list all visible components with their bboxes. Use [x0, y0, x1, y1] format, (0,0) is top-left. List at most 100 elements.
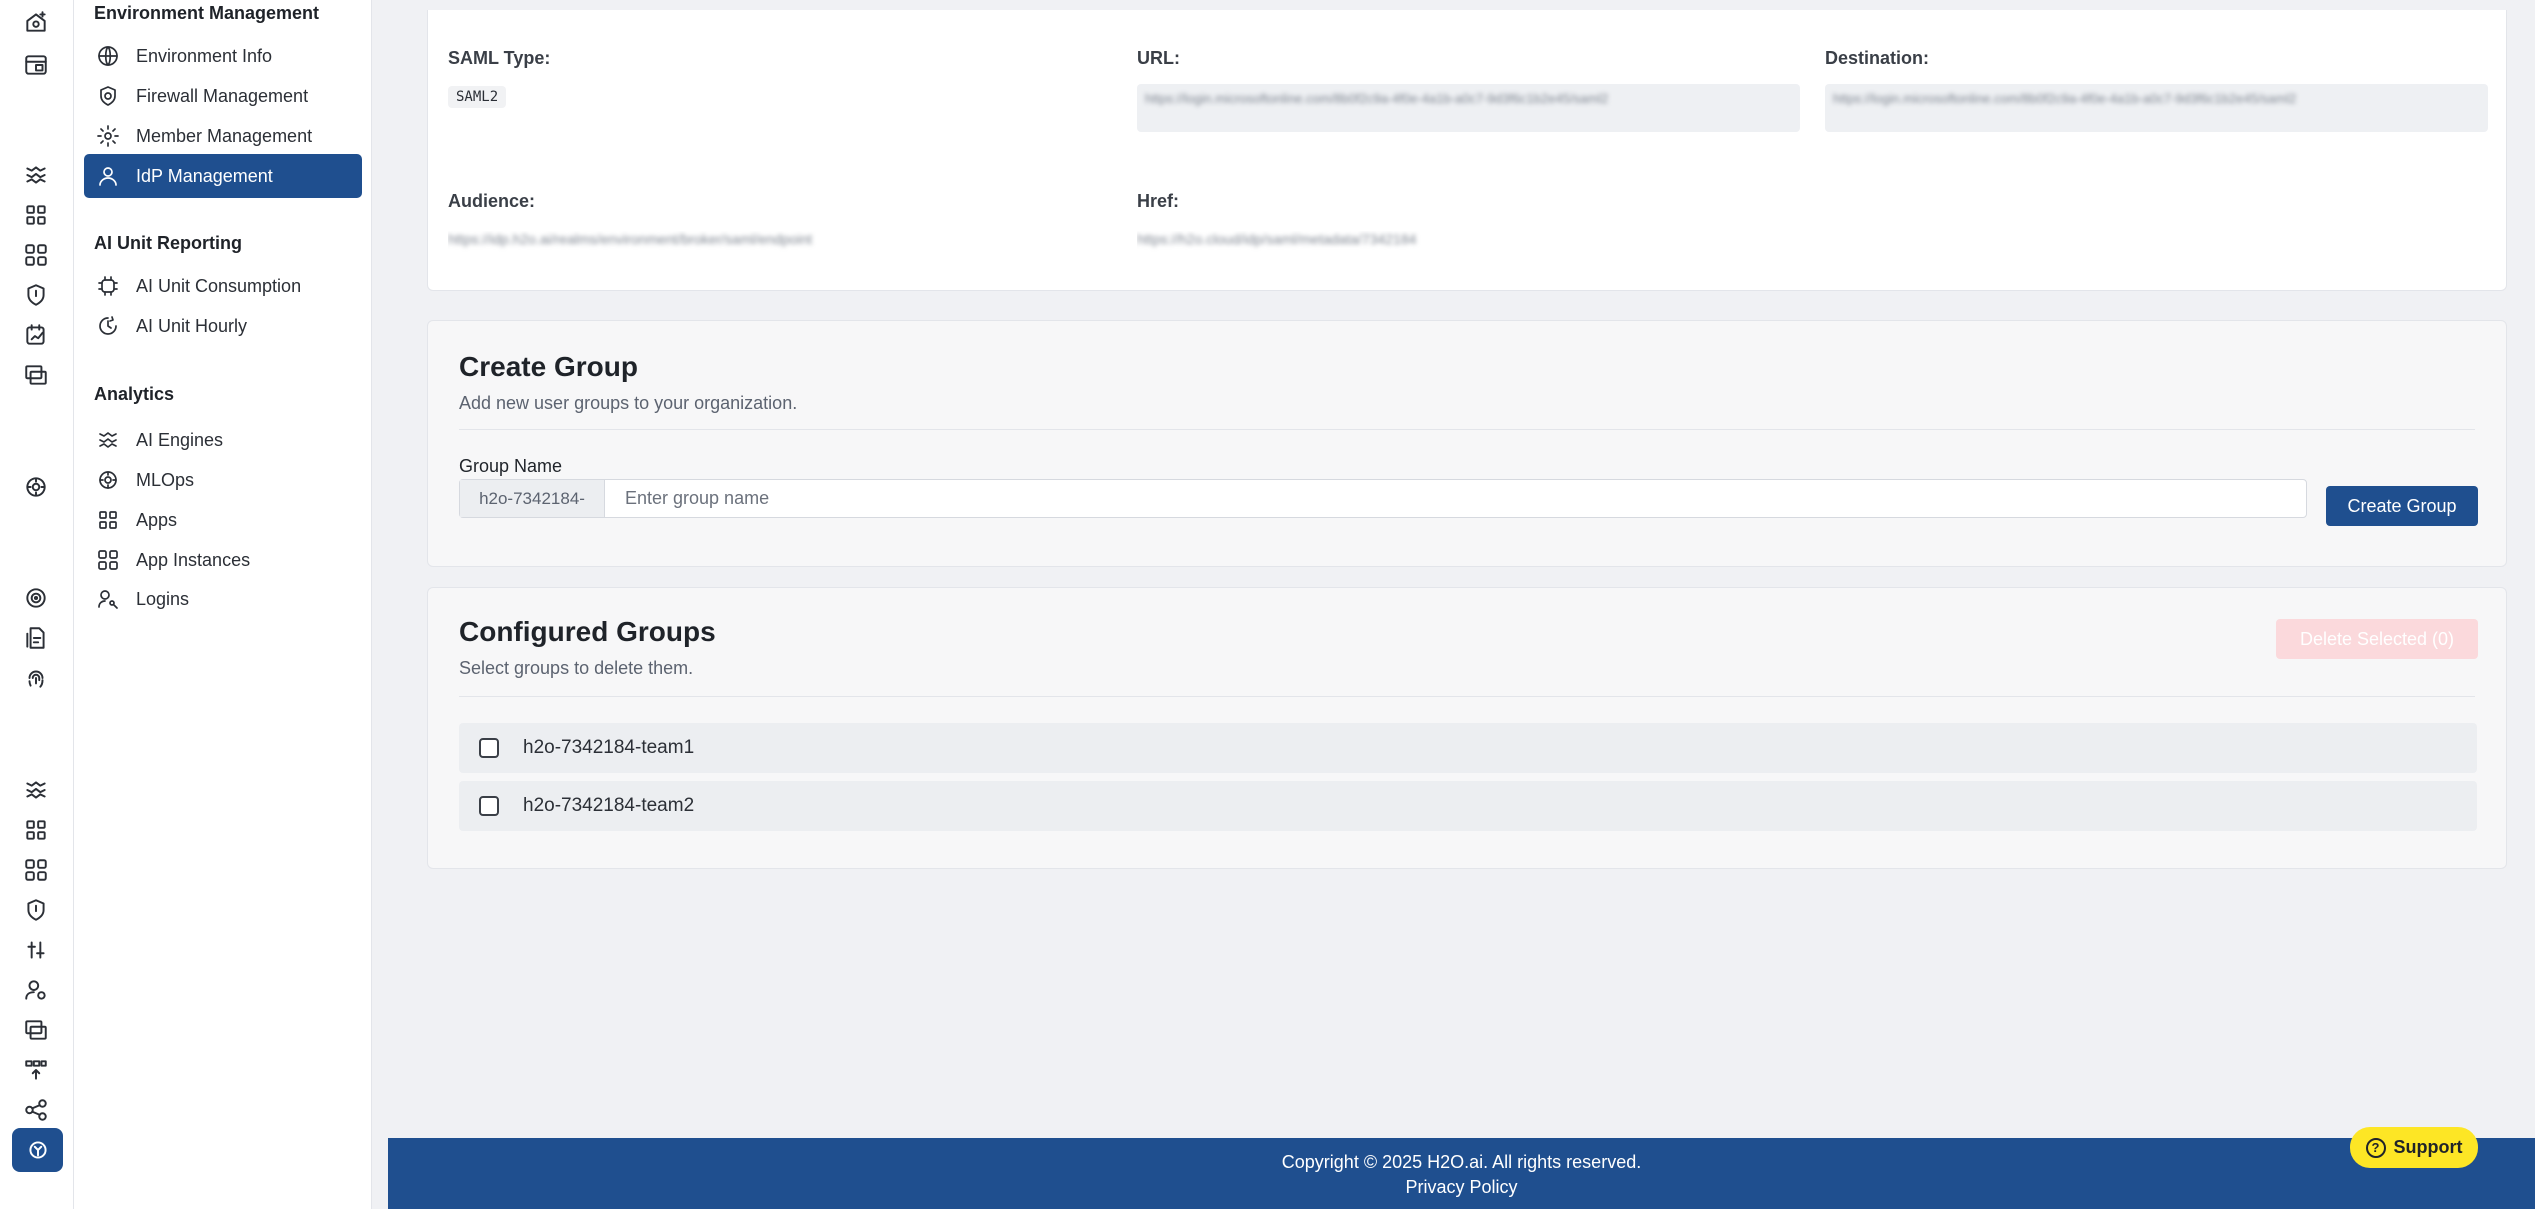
sidebar-item-label: Environment Info: [136, 45, 273, 66]
group-checkbox[interactable]: [479, 796, 499, 816]
audience-value: https://idp.h2o.ai/realms/environment/br…: [448, 231, 813, 247]
share-icon[interactable]: [19, 1093, 53, 1127]
apps-icon: [99, 511, 117, 529]
chip-icon: [98, 276, 118, 296]
engine-icon[interactable]: [19, 158, 53, 192]
mlops-icon[interactable]: [19, 470, 53, 504]
file-chart-icon[interactable]: [19, 318, 53, 352]
sidebar-item-label: AI Engines: [136, 429, 224, 450]
destination-value-field: https://login.microsoftonline.com/8b0f2c…: [1825, 84, 2488, 132]
divider: [459, 696, 2475, 697]
sidebar-item-label: Apps: [136, 509, 178, 530]
sidebar-item-label: IdP Management: [136, 165, 273, 186]
sidebar-item-label: App Instances: [136, 549, 251, 570]
sidebar-item-app-instances[interactable]: App Instances: [84, 538, 362, 582]
layers-icon[interactable]: [19, 358, 53, 392]
support-label: Support: [2393, 1137, 2463, 1157]
support-button[interactable]: ? Support: [2350, 1127, 2478, 1168]
mlops-icon: [99, 471, 117, 489]
saml-type-label: SAML Type:: [448, 48, 551, 68]
create-group-title: Create Group: [459, 351, 638, 382]
sidebar-item-label: MLOps: [136, 469, 195, 490]
divider: [459, 429, 2475, 430]
sidebar-item-label: Firewall Management: [136, 85, 309, 106]
group-checkbox[interactable]: [479, 738, 499, 758]
group-name-prefix: h2o-7342184-: [460, 480, 605, 517]
user-icon: [99, 167, 117, 186]
fingerprint-icon[interactable]: [19, 661, 53, 695]
href-value-field: https://h2o.cloud/idp/saml/metadata/7342…: [1137, 231, 1667, 253]
sidebar-item-logins[interactable]: Logins: [84, 577, 362, 621]
url-value: https://login.microsoftonline.com/8b0f2c…: [1145, 91, 1609, 106]
sidebar-item-label: AI Unit Consumption: [136, 275, 302, 296]
group-name-label: Group Name: [459, 456, 563, 476]
create-group-button[interactable]: Create Group: [2326, 486, 2478, 526]
sidebar-item-member-management[interactable]: Member Management: [84, 114, 362, 158]
audience-label: Audience:: [448, 191, 536, 211]
group-row: h2o-7342184-team2: [459, 781, 2477, 831]
layers-icon[interactable]: [19, 1013, 53, 1047]
sidebar-item-ai-unit-consumption[interactable]: AI Unit Consumption: [84, 264, 362, 308]
sidebar-item-idp-management[interactable]: IdP Management: [84, 154, 362, 198]
sidebar-item-label: Member Management: [136, 125, 313, 146]
sidebar-item-label: AI Unit Hourly: [136, 315, 248, 336]
footer: Copyright © 2025 H2O.ai. All rights rese…: [388, 1138, 2535, 1209]
url-value-field: https://login.microsoftonline.com/8b0f2c…: [1137, 84, 1800, 132]
destination-label: Destination:: [1825, 48, 1930, 68]
document-icon[interactable]: [19, 621, 53, 655]
configured-groups-subtitle: Select groups to delete them.: [459, 658, 694, 678]
app-instances-icon: [98, 550, 118, 570]
help-icon: ?: [2365, 1137, 2386, 1158]
environment-management-title: Environment Management: [94, 3, 320, 23]
copyright-text: Copyright © 2025 H2O.ai. All rights rese…: [1281, 1152, 1642, 1172]
globe-icon: [98, 46, 118, 66]
calendar-window-icon[interactable]: [19, 48, 53, 82]
configured-groups-title: Configured Groups: [459, 616, 716, 647]
icon-rail: [0, 0, 74, 1209]
sidebar-item-ai-unit-hourly[interactable]: AI Unit Hourly: [84, 304, 362, 348]
gear-icon: [97, 125, 119, 147]
create-group-card: Create Group Add new user groups to your…: [427, 320, 2507, 567]
app-instances-icon[interactable]: [19, 238, 53, 272]
target-icon[interactable]: [19, 581, 53, 615]
ai-active-icon[interactable]: [12, 1128, 63, 1172]
url-label: URL:: [1137, 48, 1180, 68]
destination-value: https://login.microsoftonline.com/8b0f2c…: [1833, 91, 2297, 106]
shield-icon[interactable]: [19, 278, 53, 312]
user-cog-icon[interactable]: [19, 973, 53, 1007]
home-plus-icon[interactable]: [19, 5, 53, 39]
sidebar-item-label: Logins: [136, 588, 190, 609]
group-name-input-group: h2o-7342184-: [459, 479, 2307, 518]
analytics-title: Analytics: [94, 384, 175, 404]
engine-icon: [99, 432, 117, 448]
user-key-icon: [98, 590, 118, 609]
delete-selected-button[interactable]: Delete Selected (0): [2276, 619, 2478, 659]
saml-type-value: SAML2: [448, 86, 507, 108]
engine-icon[interactable]: [19, 773, 53, 807]
shield-gear-icon: [100, 86, 116, 106]
transfer-icon[interactable]: [19, 1053, 53, 1087]
sidebar-item-mlops[interactable]: MLOps: [84, 458, 362, 502]
apps-grid-icon[interactable]: [19, 813, 53, 847]
audience-value-field: https://idp.h2o.ai/realms/environment/br…: [448, 231, 1048, 253]
privacy-policy-link[interactable]: Privacy Policy: [388, 1177, 2535, 1198]
group-name: h2o-7342184-team1: [523, 737, 695, 758]
clock-refresh-icon: [99, 316, 117, 335]
scale-icon[interactable]: [19, 933, 53, 967]
sidebar-item-apps[interactable]: Apps: [84, 498, 362, 542]
href-value: https://h2o.cloud/idp/saml/metadata/7342…: [1137, 231, 1417, 247]
sidebar-item-ai-engines[interactable]: AI Engines: [84, 418, 362, 462]
sidebar-item-firewall-management[interactable]: Firewall Management: [84, 74, 362, 118]
href-label: Href:: [1137, 191, 1180, 211]
saml-details-card: SAML Type: SAML2 URL: https://login.micr…: [427, 10, 2507, 291]
group-name: h2o-7342184-team2: [523, 795, 695, 816]
apps-grid-icon[interactable]: [19, 198, 53, 232]
sidebar: Environment Management Environment Info …: [74, 0, 372, 1209]
app-instances-icon[interactable]: [19, 853, 53, 887]
group-row: h2o-7342184-team1: [459, 723, 2477, 773]
shield-icon[interactable]: [19, 893, 53, 927]
group-name-input[interactable]: [605, 480, 2306, 517]
ai-unit-reporting-title: AI Unit Reporting: [94, 233, 242, 253]
sidebar-item-environment-info[interactable]: Environment Info: [84, 34, 362, 78]
configured-groups-card: Configured Groups Select groups to delet…: [427, 587, 2507, 869]
